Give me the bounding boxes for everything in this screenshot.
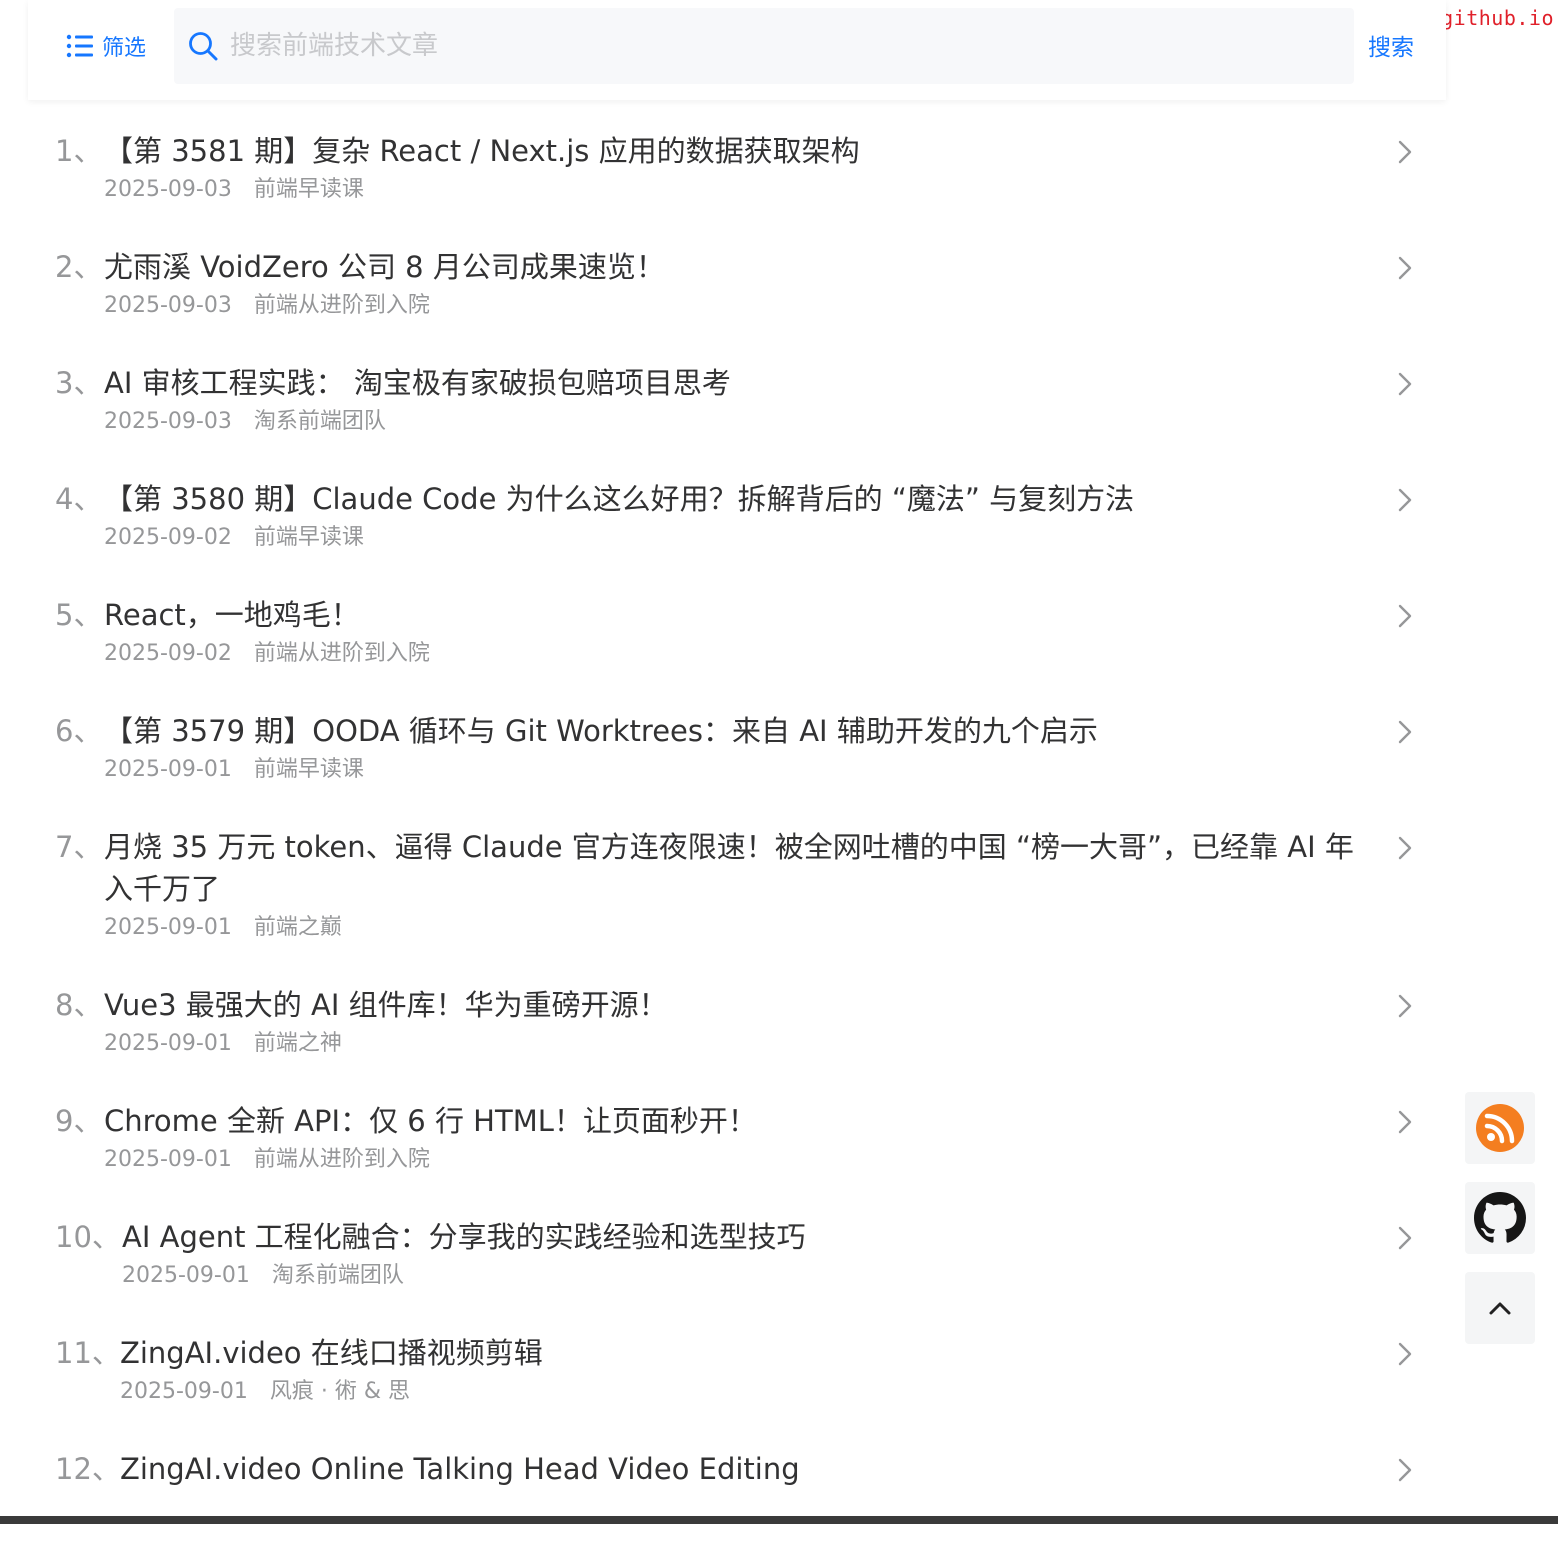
article-item[interactable]: 10、 AI Agent 工程化融合：分享我的实践经验和选型技巧 2025-09-0… bbox=[0, 1196, 1440, 1312]
search-bar: 筛选 搜索 bbox=[28, 0, 1446, 100]
search-field[interactable] bbox=[174, 8, 1354, 84]
chevron-right-icon bbox=[1398, 256, 1412, 280]
filter-button[interactable]: 筛选 bbox=[66, 30, 146, 62]
article-date: 2025-09-03 bbox=[104, 409, 232, 434]
article-index: 8、 bbox=[55, 988, 103, 1022]
article-title[interactable]: 月烧 35 万元 token、逼得 Claude 官方连夜限速！被全网吐槽的中国… bbox=[104, 806, 1370, 910]
article-meta: 2025-09-03 前端从进阶到入院 bbox=[104, 292, 1370, 342]
article-index: 11、 bbox=[55, 1336, 121, 1370]
article-meta: 2025-09-01 风痕 · 術 & 思 bbox=[120, 1378, 1370, 1428]
article-index: 3、 bbox=[55, 366, 103, 400]
article-index: 2、 bbox=[55, 250, 103, 284]
chevron-right-icon bbox=[1398, 1458, 1412, 1482]
article-source: 淘系前端团队 bbox=[271, 1263, 404, 1288]
article-source: 前端从进阶到入院 bbox=[253, 641, 430, 666]
article-item[interactable]: 6、 【第 3579 期】OODA 循环与 Git Worktrees：来自 AI… bbox=[0, 690, 1440, 806]
article-index: 10、 bbox=[55, 1220, 121, 1254]
list-icon bbox=[66, 34, 93, 58]
article-item[interactable]: 7、 月烧 35 万元 token、逼得 Claude 官方连夜限速！被全网吐槽的… bbox=[0, 806, 1440, 964]
github-button[interactable] bbox=[1465, 1182, 1535, 1254]
article-meta: 2025-09-01 前端之巅 bbox=[104, 914, 1370, 964]
article-title[interactable]: AI Agent 工程化融合：分享我的实践经验和选型技巧 bbox=[122, 1196, 1370, 1258]
article-index: 6、 bbox=[55, 714, 103, 748]
article-item[interactable]: 8、 Vue3 最强大的 AI 组件库！华为重磅开源！ 2025-09-01 前端之神 bbox=[0, 964, 1440, 1080]
article-item[interactable]: 3、 AI 审核工程实践： 淘宝极有家破损包赔项目思考 2025-09-03 淘系前端… bbox=[0, 342, 1440, 458]
article-item[interactable]: 11、 ZingAI.video 在线口播视频剪辑 2025-09-01 风痕 · 術… bbox=[0, 1312, 1440, 1428]
article-item[interactable]: 2、 尤雨溪 VoidZero 公司 8 月公司成果速览！ 2025-09-03 前端… bbox=[0, 226, 1440, 342]
article-title[interactable]: 尤雨溪 VoidZero 公司 8 月公司成果速览！ bbox=[104, 226, 1370, 288]
article-meta: 2025-09-01 前端从进阶到入院 bbox=[104, 1146, 1370, 1196]
article-date: 2025-09-02 bbox=[104, 525, 232, 550]
article-source: 前端早读课 bbox=[253, 525, 364, 550]
article-item[interactable]: 9、 Chrome 全新 API：仅 6 行 HTML！让页面秒开！ 2025-09… bbox=[0, 1080, 1440, 1196]
article-title[interactable]: AI 审核工程实践： 淘宝极有家破损包赔项目思考 bbox=[104, 342, 1370, 404]
article-title[interactable]: ZingAI.video 在线口播视频剪辑 bbox=[120, 1312, 1370, 1374]
search-input[interactable] bbox=[228, 30, 1228, 62]
chevron-right-icon bbox=[1398, 720, 1412, 744]
article-source: 前端从进阶到入院 bbox=[253, 293, 430, 318]
article-title[interactable]: 【第 3581 期】复杂 React / Next.js 应用的数据获取架构 bbox=[104, 110, 1370, 172]
article-index: 5、 bbox=[55, 598, 103, 632]
article-date: 2025-09-01 bbox=[104, 1147, 232, 1172]
article-meta: 2025-09-01 淘系前端团队 bbox=[122, 1262, 1370, 1312]
article-index: 7、 bbox=[55, 830, 103, 864]
article-date: 2025-09-02 bbox=[104, 641, 232, 666]
article-source: 前端之神 bbox=[253, 1031, 342, 1056]
chevron-right-icon bbox=[1398, 836, 1412, 860]
chevron-right-icon bbox=[1398, 372, 1412, 396]
article-date: 2025-09-01 bbox=[104, 915, 232, 940]
rss-button[interactable] bbox=[1465, 1092, 1535, 1164]
chevron-right-icon bbox=[1398, 1342, 1412, 1366]
github-icon bbox=[1474, 1192, 1526, 1243]
article-title[interactable]: ZingAI.video Online Talking Head Video E… bbox=[120, 1428, 1370, 1490]
article-index: 4、 bbox=[55, 482, 103, 516]
article-source: 前端从进阶到入院 bbox=[253, 1147, 430, 1172]
article-index: 12、 bbox=[55, 1452, 121, 1486]
rss-icon bbox=[1476, 1104, 1524, 1152]
article-item[interactable]: 5、 React，一地鸡毛！ 2025-09-02 前端从进阶到入院 bbox=[0, 574, 1440, 690]
article-meta: 2025-09-02 前端从进阶到入院 bbox=[104, 640, 1370, 690]
chevron-right-icon bbox=[1398, 994, 1412, 1018]
article-title[interactable]: Chrome 全新 API：仅 6 行 HTML！让页面秒开！ bbox=[104, 1080, 1370, 1142]
chevron-right-icon bbox=[1398, 1110, 1412, 1134]
chevron-right-icon bbox=[1398, 488, 1412, 512]
article-index: 1、 bbox=[55, 134, 103, 168]
article-item[interactable]: 4、 【第 3580 期】Claude Code 为什么这么好用？拆解背后的 “魔… bbox=[0, 458, 1440, 574]
article-index: 9、 bbox=[55, 1104, 103, 1138]
article-title[interactable]: Vue3 最强大的 AI 组件库！华为重磅开源！ bbox=[104, 964, 1370, 1026]
chevron-up-icon bbox=[1489, 1302, 1511, 1315]
article-title[interactable]: React，一地鸡毛！ bbox=[104, 574, 1370, 636]
article-source: 风痕 · 術 & 思 bbox=[269, 1379, 410, 1404]
search-icon bbox=[188, 31, 218, 61]
article-source: 淘系前端团队 bbox=[253, 409, 386, 434]
article-date: 2025-09-03 bbox=[104, 293, 232, 318]
article-date: 2025-09-03 bbox=[104, 177, 232, 202]
chevron-right-icon bbox=[1398, 140, 1412, 164]
article-source: 前端早读课 bbox=[253, 757, 364, 782]
bottom-edge bbox=[0, 1516, 1558, 1524]
article-meta: 2025-09-02 前端早读课 bbox=[104, 524, 1370, 574]
article-meta: 2025-09-03 淘系前端团队 bbox=[104, 408, 1370, 458]
back-to-top-button[interactable] bbox=[1465, 1272, 1535, 1344]
article-meta: 2025-09-01 前端之神 bbox=[104, 1030, 1370, 1080]
article-date: 2025-09-01 bbox=[104, 757, 232, 782]
article-meta: 2025-09-03 前端早读课 bbox=[104, 176, 1370, 226]
filter-label: 筛选 bbox=[102, 36, 147, 61]
chevron-right-icon bbox=[1398, 604, 1412, 628]
search-button[interactable]: 搜索 bbox=[1368, 28, 1414, 62]
article-source: 前端之巅 bbox=[253, 915, 342, 940]
article-title[interactable]: 【第 3580 期】Claude Code 为什么这么好用？拆解背后的 “魔法”… bbox=[104, 458, 1370, 520]
article-meta: 2025-09-01 前端早读课 bbox=[104, 756, 1370, 806]
article-list: 1、 【第 3581 期】复杂 React / Next.js 应用的数据获取架构… bbox=[0, 110, 1440, 1544]
article-item[interactable]: 12、 ZingAI.video Online Talking Head Vide… bbox=[0, 1428, 1440, 1544]
article-item[interactable]: 1、 【第 3581 期】复杂 React / Next.js 应用的数据获取架构… bbox=[0, 110, 1440, 226]
article-date: 2025-09-01 bbox=[122, 1263, 250, 1288]
article-source: 前端早读课 bbox=[253, 177, 364, 202]
article-date: 2025-09-01 bbox=[104, 1031, 232, 1056]
chevron-right-icon bbox=[1398, 1226, 1412, 1250]
article-date: 2025-09-01 bbox=[120, 1379, 248, 1404]
article-title[interactable]: 【第 3579 期】OODA 循环与 Git Worktrees：来自 AI 辅… bbox=[104, 690, 1370, 752]
